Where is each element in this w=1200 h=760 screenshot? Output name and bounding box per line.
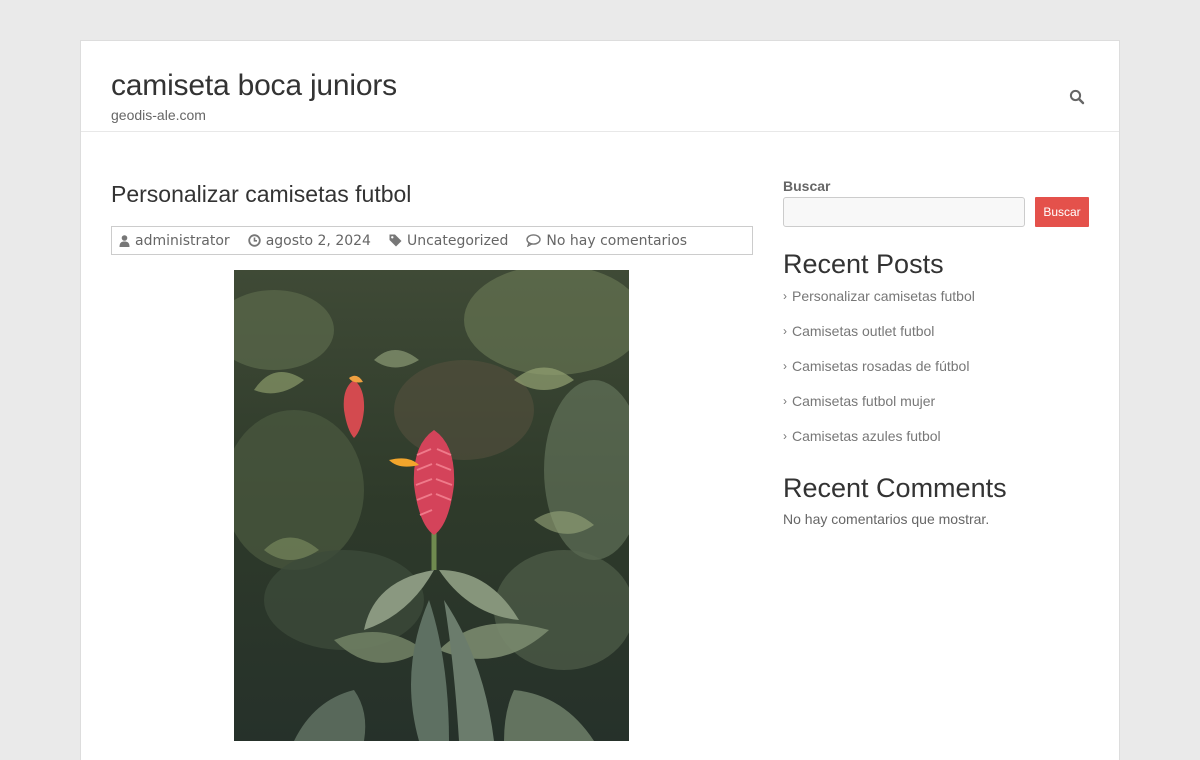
featured-image[interactable] bbox=[234, 270, 629, 741]
meta-category-text: Uncategorized bbox=[406, 232, 509, 249]
list-item: › Personalizar camisetas futbol bbox=[783, 287, 975, 322]
search-icon[interactable] bbox=[1069, 89, 1087, 107]
recent-posts-title: Recent Posts bbox=[783, 249, 944, 279]
page-container: camiseta boca juniors geodis-ale.com Per… bbox=[80, 40, 1120, 760]
recent-comments-empty: No hay comentarios que mostrar. bbox=[783, 511, 990, 527]
list-item: › Camisetas outlet futbol bbox=[783, 322, 975, 357]
list-item: › Camisetas rosadas de fútbol bbox=[783, 357, 975, 392]
chevron-right-icon: › bbox=[783, 359, 787, 373]
list-item: › Camisetas futbol mujer bbox=[783, 392, 975, 427]
site-header: camiseta boca juniors geodis-ale.com bbox=[81, 41, 1119, 132]
list-item: › Camisetas azules futbol bbox=[783, 427, 975, 462]
post-meta: administrator agosto 2, 2024 Uncategoriz… bbox=[111, 226, 753, 255]
chevron-right-icon: › bbox=[783, 324, 787, 338]
recent-post-link[interactable]: Camisetas futbol mujer bbox=[792, 392, 935, 410]
chevron-right-icon: › bbox=[783, 394, 787, 408]
search-label: Buscar bbox=[783, 178, 831, 194]
post-title[interactable]: Personalizar camisetas futbol bbox=[111, 181, 411, 208]
site-description: geodis-ale.com bbox=[111, 107, 206, 123]
tag-icon bbox=[389, 234, 402, 247]
recent-posts-list: › Personalizar camisetas futbol › Camiseta… bbox=[783, 287, 975, 462]
meta-comments[interactable]: No hay comentarios bbox=[526, 233, 687, 249]
recent-post-link[interactable]: Personalizar camisetas futbol bbox=[792, 287, 975, 305]
meta-date-text: agosto 2, 2024 bbox=[265, 232, 371, 249]
user-icon bbox=[119, 234, 130, 247]
comment-icon bbox=[526, 234, 542, 247]
clock-icon bbox=[247, 234, 261, 247]
meta-category[interactable]: Uncategorized bbox=[389, 233, 508, 249]
meta-date[interactable]: agosto 2, 2024 bbox=[247, 232, 371, 249]
chevron-right-icon: › bbox=[783, 429, 787, 443]
recent-comments-title: Recent Comments bbox=[783, 473, 1007, 503]
search-button[interactable]: Buscar bbox=[1035, 197, 1089, 227]
chevron-right-icon: › bbox=[783, 289, 787, 303]
meta-author[interactable]: administrator bbox=[119, 233, 230, 249]
search-input[interactable] bbox=[783, 197, 1025, 227]
recent-post-link[interactable]: Camisetas rosadas de fútbol bbox=[792, 357, 969, 375]
meta-comments-text: No hay comentarios bbox=[546, 232, 688, 249]
meta-author-text: administrator bbox=[135, 232, 230, 249]
site-title[interactable]: camiseta boca juniors bbox=[111, 69, 397, 103]
recent-post-link[interactable]: Camisetas azules futbol bbox=[792, 427, 941, 445]
recent-post-link[interactable]: Camisetas outlet futbol bbox=[792, 322, 934, 340]
